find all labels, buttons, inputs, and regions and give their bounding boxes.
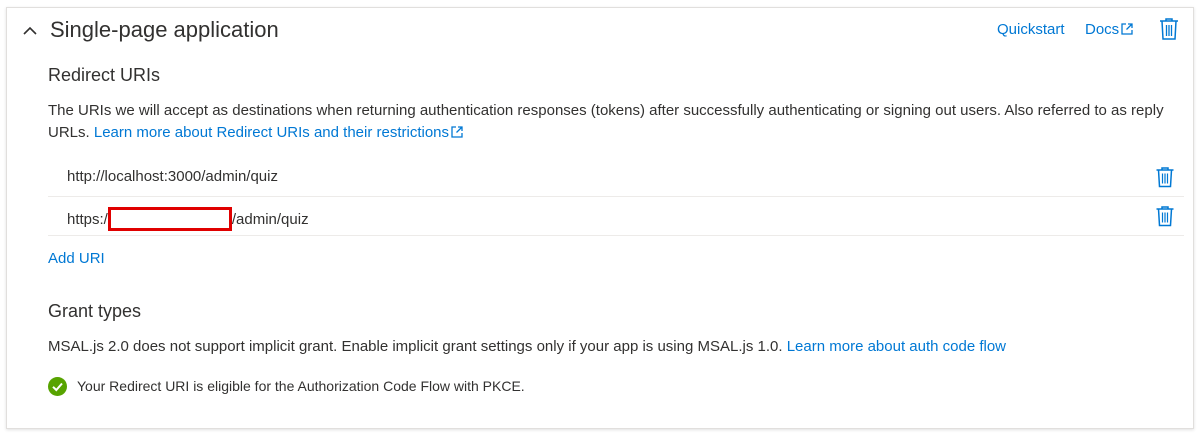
panel-header: Single-page application Quickstart Docs bbox=[7, 8, 1193, 52]
redirect-uris-description: The URIs we will accept as destinations … bbox=[48, 100, 1168, 144]
delete-platform-trash-icon[interactable] bbox=[1158, 17, 1180, 41]
grant-description-text: MSAL.js 2.0 does not support implicit gr… bbox=[48, 338, 783, 355]
quickstart-link[interactable]: Quickstart bbox=[997, 21, 1065, 38]
uri-text: http://localhost:3000/admin/quiz bbox=[67, 168, 278, 185]
add-uri-button[interactable]: Add URI bbox=[48, 250, 105, 267]
external-link-icon bbox=[451, 126, 463, 138]
status-message: Your Redirect URI is eligible for the Au… bbox=[77, 378, 525, 394]
uri-text-suffix: /admin/quiz bbox=[231, 211, 309, 228]
redaction-box bbox=[107, 207, 232, 231]
uri-text-prefix: https:/ bbox=[67, 211, 108, 228]
redirect-uri-value[interactable]: http://localhost:3000/admin/quiz bbox=[67, 168, 278, 185]
section-title: Single-page application bbox=[50, 17, 279, 42]
redirect-uri-row[interactable]: https:/ /admin/quiz bbox=[48, 197, 1184, 236]
success-check-icon bbox=[48, 377, 67, 396]
grant-types-heading: Grant types bbox=[48, 301, 142, 321]
redirect-uri-row[interactable]: http://localhost:3000/admin/quiz bbox=[48, 158, 1184, 197]
grant-types-description: MSAL.js 2.0 does not support implicit gr… bbox=[48, 336, 1168, 358]
delete-uri-trash-icon[interactable] bbox=[1155, 166, 1175, 188]
learn-more-redirect-label: Learn more about Redirect URIs and their… bbox=[93, 124, 450, 141]
redirect-uris-heading: Redirect URIs bbox=[48, 65, 161, 85]
external-link-icon bbox=[1121, 23, 1133, 35]
docs-link-label: Docs bbox=[1085, 21, 1120, 38]
docs-link[interactable]: Docs bbox=[1085, 21, 1134, 38]
redirect-uri-value[interactable]: https:/ /admin/quiz bbox=[67, 207, 309, 231]
spa-platform-panel: Single-page application Quickstart Docs … bbox=[6, 7, 1194, 429]
learn-more-auth-code-link[interactable]: Learn more about auth code flow bbox=[787, 338, 1006, 355]
learn-more-redirect-link[interactable]: Learn more about Redirect URIs and their… bbox=[94, 124, 464, 141]
delete-uri-trash-icon[interactable] bbox=[1155, 205, 1175, 227]
chevron-up-icon[interactable] bbox=[21, 22, 39, 40]
